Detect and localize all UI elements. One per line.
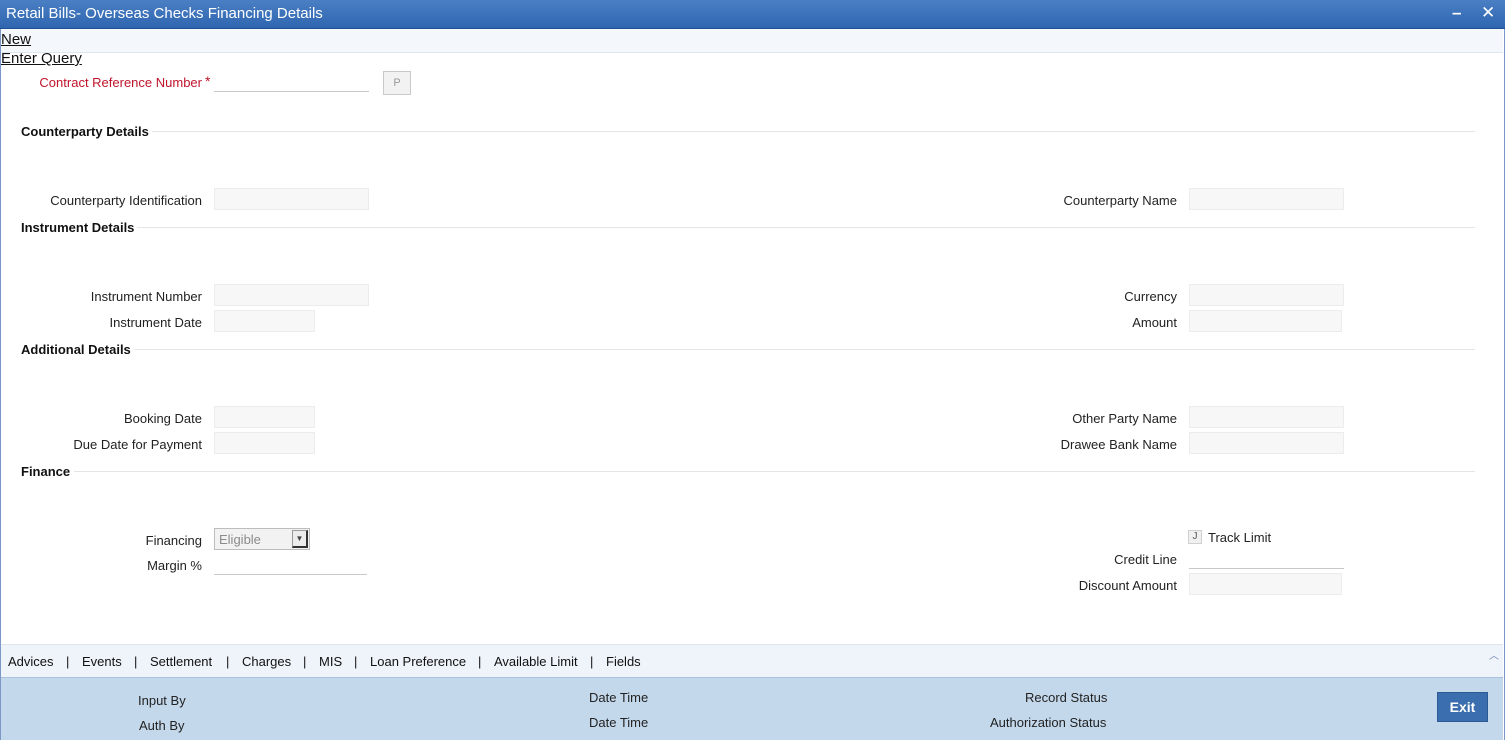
chevron-down-icon[interactable]: ▼ bbox=[292, 530, 308, 548]
section-divider bbox=[152, 131, 1475, 132]
enter-query-link[interactable]: Enter Query bbox=[1, 50, 82, 67]
drawee-bank-name-label: Drawee Bank Name bbox=[1060, 437, 1177, 452]
subsystem-tab-bar: Advices | Events | Settlement | Charges … bbox=[1, 644, 1503, 677]
chevron-up-icon[interactable]: ︿ bbox=[1489, 647, 1499, 662]
window-frame bbox=[0, 29, 1505, 740]
input-date-time-label: Date Time bbox=[589, 690, 649, 705]
counterparty-name-label: Counterparty Name bbox=[1063, 193, 1177, 208]
window-title: Retail Bills- Overseas Checks Financing … bbox=[6, 5, 323, 22]
track-limit-checkbox[interactable]: J bbox=[1188, 530, 1202, 544]
tab-separator: | bbox=[226, 654, 230, 669]
tab-charges[interactable]: Charges bbox=[242, 654, 291, 669]
other-party-name-field[interactable] bbox=[1189, 406, 1344, 428]
tab-settlement[interactable]: Settlement bbox=[150, 654, 212, 669]
tab-fields[interactable]: Fields bbox=[606, 654, 641, 669]
due-date-label: Due Date for Payment bbox=[73, 437, 202, 452]
record-status-label: Record Status bbox=[1025, 690, 1108, 705]
close-icon[interactable]: ✕ bbox=[1481, 3, 1495, 23]
financing-label: Financing bbox=[145, 533, 202, 548]
section-instrument-details: Instrument Details bbox=[21, 220, 135, 235]
section-divider bbox=[74, 471, 1475, 472]
other-party-name-label: Other Party Name bbox=[1072, 411, 1177, 426]
authorization-status-label: Authorization Status bbox=[990, 715, 1107, 730]
credit-line-input[interactable] bbox=[1189, 547, 1344, 569]
amount-label: Amount bbox=[1132, 315, 1177, 330]
tab-separator: | bbox=[134, 654, 138, 669]
section-counterparty-details: Counterparty Details bbox=[21, 124, 149, 139]
tab-advices[interactable]: Advices bbox=[8, 654, 54, 669]
instrument-number-label: Instrument Number bbox=[90, 289, 202, 304]
credit-line-label: Credit Line bbox=[1114, 552, 1177, 567]
margin-percent-label: Margin % bbox=[147, 558, 202, 573]
exit-button[interactable]: Exit bbox=[1437, 692, 1488, 722]
section-divider bbox=[135, 349, 1475, 350]
currency-label: Currency bbox=[1124, 289, 1177, 304]
contract-reference-label: Contract Reference Number bbox=[39, 75, 202, 90]
tab-mis[interactable]: MIS bbox=[319, 654, 342, 669]
financing-select[interactable]: Eligible ▼ bbox=[214, 528, 310, 550]
instrument-date-label: Instrument Date bbox=[109, 315, 203, 330]
tab-separator: | bbox=[303, 654, 307, 669]
menu-strip bbox=[1, 29, 1503, 53]
section-additional-details: Additional Details bbox=[21, 342, 131, 357]
booking-date-label: Booking Date bbox=[123, 411, 202, 426]
window-titlebar: Retail Bills- Overseas Checks Financing … bbox=[0, 0, 1505, 29]
tab-available-limit[interactable]: Available Limit bbox=[494, 654, 578, 669]
tab-separator: | bbox=[354, 654, 358, 669]
drawee-bank-name-field[interactable] bbox=[1189, 432, 1344, 454]
counterparty-identification-field[interactable] bbox=[214, 188, 369, 210]
required-marker: * bbox=[205, 73, 211, 89]
instrument-date-field[interactable] bbox=[214, 310, 315, 332]
tab-events[interactable]: Events bbox=[82, 654, 122, 669]
booking-date-field[interactable] bbox=[214, 406, 315, 428]
section-finance: Finance bbox=[21, 464, 71, 479]
counterparty-name-field[interactable] bbox=[1189, 188, 1344, 210]
section-divider bbox=[137, 227, 1475, 228]
tab-loan-preference[interactable]: Loan Preference bbox=[370, 654, 466, 669]
tab-separator: | bbox=[66, 654, 70, 669]
due-date-field[interactable] bbox=[214, 432, 315, 454]
tab-separator: | bbox=[478, 654, 482, 669]
counterparty-identification-label: Counterparty Identification bbox=[50, 193, 202, 208]
tab-separator: | bbox=[590, 654, 594, 669]
minimize-icon[interactable]: – bbox=[1452, 3, 1461, 23]
auth-date-time-label: Date Time bbox=[589, 715, 649, 730]
discount-amount-field[interactable] bbox=[1189, 573, 1342, 595]
currency-field[interactable] bbox=[1189, 284, 1344, 306]
auth-by-label: Auth By bbox=[139, 718, 185, 733]
new-link[interactable]: New bbox=[1, 31, 31, 48]
discount-amount-label: Discount Amount bbox=[1078, 578, 1177, 593]
margin-percent-input[interactable] bbox=[214, 553, 367, 575]
contract-reference-input[interactable] bbox=[214, 70, 369, 92]
audit-footer: Input By Auth By Date Time Date Time Rec… bbox=[1, 677, 1503, 740]
p-button[interactable]: P bbox=[383, 71, 411, 95]
input-by-label: Input By bbox=[138, 693, 186, 708]
instrument-number-field[interactable] bbox=[214, 284, 369, 306]
financing-selected-value: Eligible bbox=[219, 532, 261, 547]
track-limit-label: Track Limit bbox=[1208, 530, 1272, 545]
amount-field[interactable] bbox=[1189, 310, 1342, 332]
